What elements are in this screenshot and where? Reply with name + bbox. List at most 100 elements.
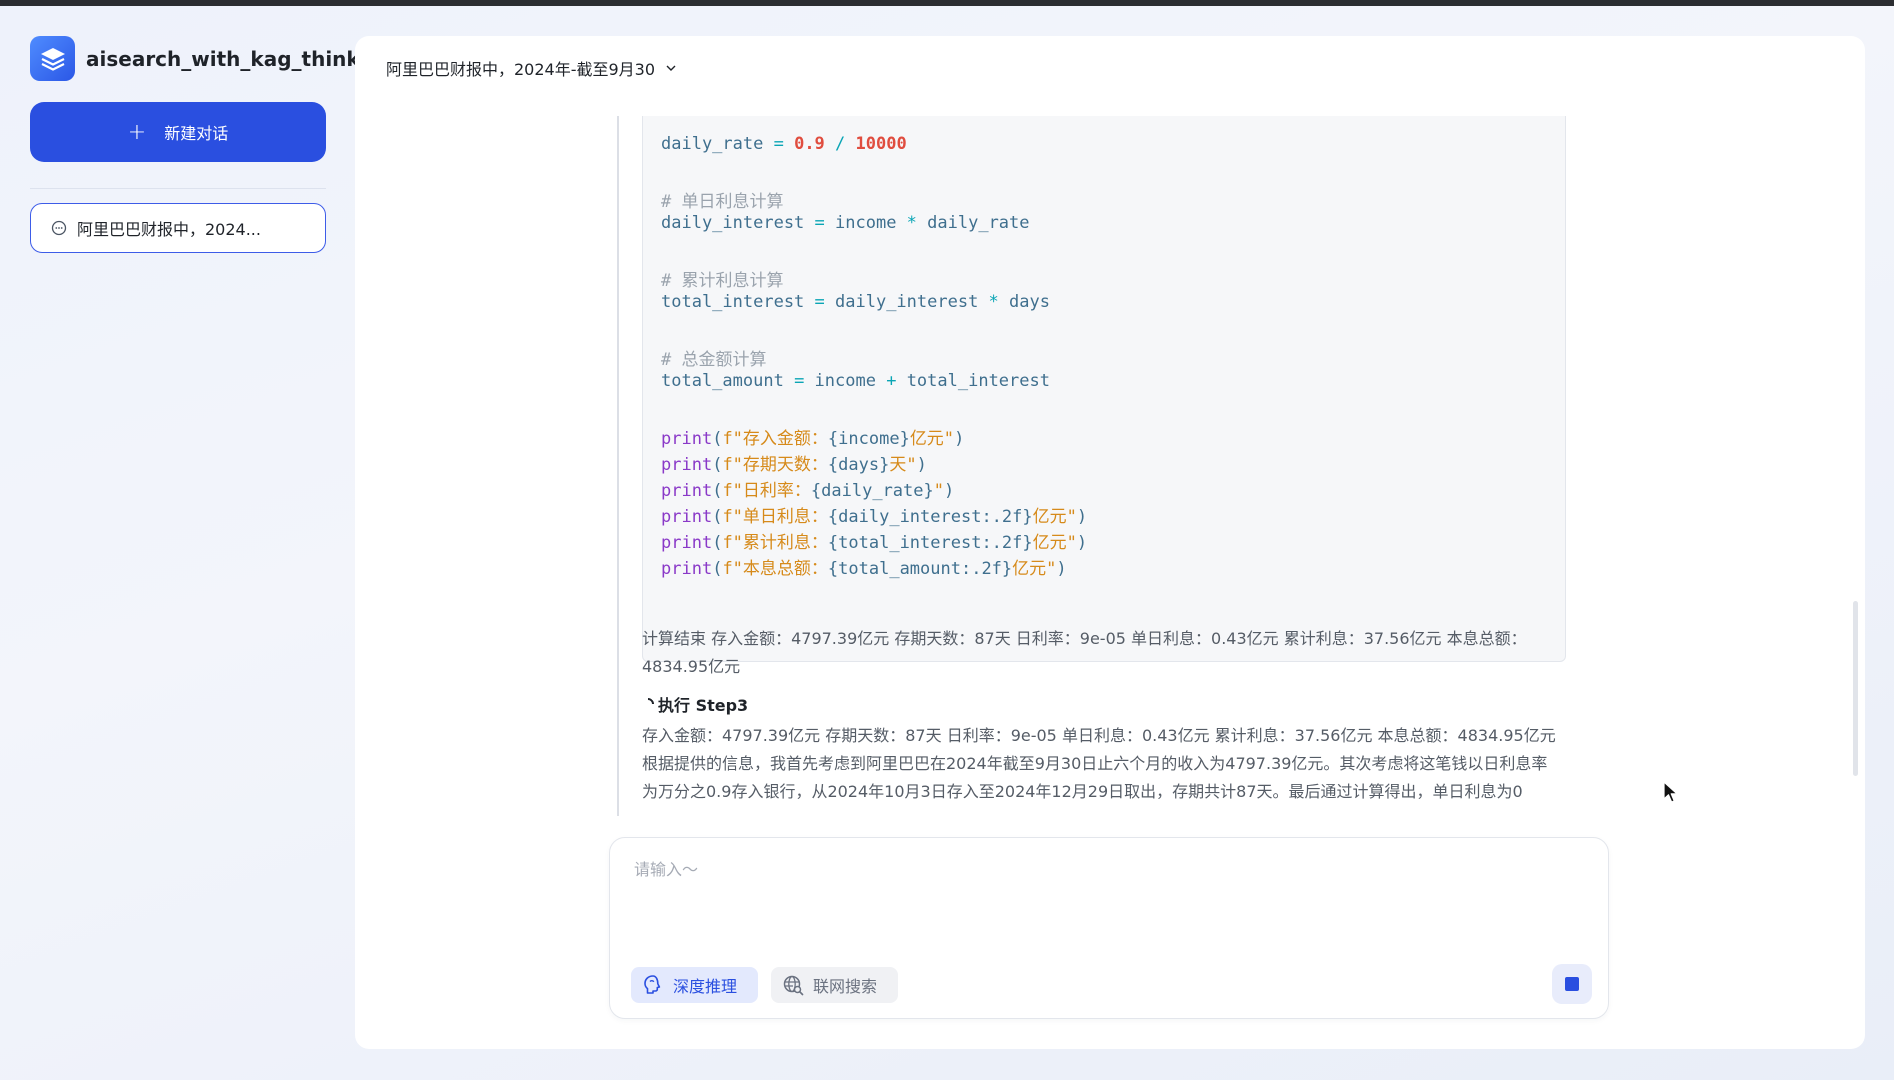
chat-history-label: 阿里巴巴财报中，2024...	[77, 220, 261, 239]
code-token: (	[712, 507, 723, 527]
stop-icon	[1565, 977, 1579, 991]
code-token: daily_rate	[661, 134, 764, 154]
deep-reasoning-toggle[interactable]: 深度推理	[631, 967, 758, 1003]
code-token: days	[1009, 292, 1050, 312]
code-line: daily_rate = 0.9 / 10000	[661, 134, 907, 154]
new-chat-label: 新建对话	[164, 124, 229, 143]
code-token: f"本息总额：	[722, 559, 828, 579]
code-comment: # 单日利息计算	[661, 192, 784, 212]
code-token: (	[712, 559, 723, 579]
code-token: 亿元"	[1012, 559, 1057, 579]
brand: aisearch_with_kag_thinker	[30, 36, 383, 81]
page-title: 阿里巴巴财报中，2024年-截至9月30	[386, 60, 656, 79]
code-token: 0.9	[794, 134, 825, 154]
code-line: total_amount = income + total_interest	[661, 371, 1050, 391]
code-token: print	[661, 481, 713, 501]
code-token: 亿元"	[909, 429, 955, 449]
scrollbar[interactable]	[1853, 601, 1858, 776]
code-comment: # 累计利息计算	[661, 271, 784, 291]
code-token: *	[978, 292, 1010, 312]
code-token: daily_interest	[835, 292, 979, 312]
chat-input[interactable]	[634, 856, 1584, 936]
code-token: 亿元"	[1032, 507, 1077, 527]
calculation-result: 计算结束 存入金额：4797.39亿元 存期天数：87天 日利率：9e-05 单…	[642, 629, 1527, 676]
code-token: income	[835, 213, 897, 233]
code-token: {daily_interest:.2f}	[827, 507, 1033, 527]
sidebar-divider	[30, 188, 326, 189]
code-token: daily_interest	[661, 213, 805, 233]
code-token: f"累计利息：	[722, 533, 828, 553]
loading-spinner-icon	[639, 695, 657, 713]
code-token: =	[783, 371, 815, 391]
code-line-print: print(f"累计利息：{total_interest:.2f}亿元")	[661, 528, 1087, 553]
code-token: (	[712, 455, 723, 475]
code-token: {days}	[827, 455, 890, 475]
sidebar: aisearch_with_kag_thinker + 新建对话 阿里巴巴财报中…	[0, 6, 383, 1080]
code-line-print: print(f"单日利息：{daily_interest:.2f}亿元")	[661, 502, 1087, 527]
code-token: daily_rate	[927, 213, 1030, 233]
code-token: 天"	[889, 455, 917, 475]
code-line-print: print(f"本息总额：{total_amount:.2f}亿元")	[661, 554, 1067, 579]
step-title-label: 执行 Step3	[658, 696, 749, 715]
chevron-down-icon	[666, 65, 676, 71]
deep-reasoning-label: 深度推理	[673, 977, 738, 996]
code-token: )	[954, 429, 965, 449]
conversation-title-dropdown[interactable]: 阿里巴巴财报中，2024年-截至9月30	[386, 56, 677, 80]
thread-line	[617, 116, 619, 816]
code-token: 亿元"	[1032, 533, 1077, 553]
mouse-pointer-icon	[1663, 781, 1678, 803]
chat-input-box: 深度推理 联网搜索	[609, 837, 1609, 1019]
brain-icon	[644, 975, 661, 994]
code-block: daily_rate = 0.9 / 10000 # 单日利息计算 daily_…	[642, 116, 1566, 662]
code-token: f"存入金额：	[722, 429, 828, 449]
code-token: {total_interest:.2f}	[827, 533, 1033, 553]
code-token: print	[661, 455, 713, 475]
code-line-print: print(f"存入金额：{income}亿元")	[661, 424, 964, 449]
code-token: )	[1076, 507, 1088, 527]
layers-icon	[30, 36, 75, 81]
code-token: =	[763, 134, 795, 154]
app-name: aisearch_with_kag_thinker	[86, 46, 383, 71]
code-token: )	[1076, 533, 1088, 553]
code-token: (	[712, 481, 723, 501]
code-token: {income}	[827, 429, 910, 449]
code-token: {daily_rate}	[810, 481, 934, 501]
code-token: total_interest	[906, 371, 1050, 391]
plus-icon: +	[127, 119, 147, 145]
code-token: 10000	[855, 134, 907, 154]
main-panel: 阿里巴巴财报中，2024年-截至9月30 daily_rate = 0.9 / …	[355, 36, 1865, 1049]
code-token: =	[804, 292, 836, 312]
stop-button[interactable]	[1552, 964, 1592, 1004]
code-token: f"单日利息：	[722, 507, 828, 527]
web-search-toggle[interactable]: 联网搜索	[771, 967, 898, 1003]
code-comment: # 总金额计算	[661, 350, 767, 370]
code-token: )	[944, 481, 955, 501]
code-token: /	[824, 134, 856, 154]
code-token: (	[712, 429, 723, 449]
web-search-label: 联网搜索	[813, 977, 878, 996]
code-line-print: print(f"存期天数：{days}天")	[661, 450, 927, 475]
code-token: total_amount	[661, 371, 784, 391]
code-token: print	[661, 559, 713, 579]
chat-history-item[interactable]: 阿里巴巴财报中，2024...	[30, 203, 326, 253]
code-token: f"存期天数：	[722, 455, 828, 475]
new-chat-button[interactable]: + 新建对话	[30, 102, 326, 162]
code-token: total_interest	[661, 292, 805, 312]
code-token: *	[896, 213, 928, 233]
code-token: )	[916, 455, 927, 475]
chat-bubble-icon	[51, 220, 67, 236]
globe-search-icon	[783, 975, 804, 996]
code-token: (	[712, 533, 723, 553]
code-line: daily_interest = income * daily_rate	[661, 213, 1030, 233]
code-token: {total_amount:.2f}	[827, 559, 1013, 579]
code-token: income	[814, 371, 876, 391]
code-token: print	[661, 429, 713, 449]
code-token: =	[804, 213, 836, 233]
code-token: )	[1056, 559, 1067, 579]
message-content: daily_rate = 0.9 / 10000 # 单日利息计算 daily_…	[617, 116, 1567, 841]
code-line-print: print(f"日利率：{daily_rate}")	[661, 476, 954, 501]
step-title: 执行 Step3	[639, 692, 749, 716]
code-token: print	[661, 507, 713, 527]
code-line: total_interest = daily_interest * days	[661, 292, 1050, 312]
step-text: 存入金额：4797.39亿元 存期天数：87天 日利率：9e-05 单日利息：0…	[642, 726, 1556, 801]
